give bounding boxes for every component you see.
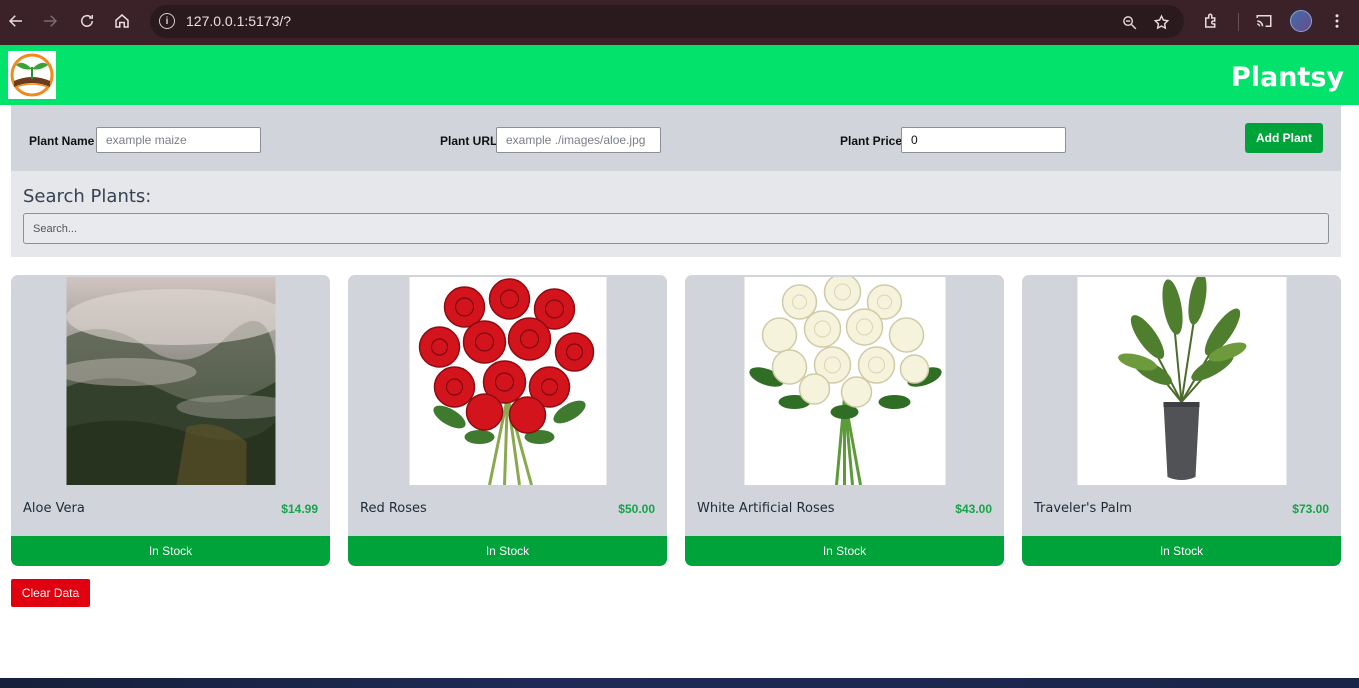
address-bar[interactable]: i 127.0.0.1:5173/? [150, 5, 1184, 38]
add-plant-form: Plant Name Plant URL Plant Price Add Pla… [11, 105, 1341, 171]
plant-image-potted-palm [1077, 277, 1286, 485]
browser-toolbar: i 127.0.0.1:5173/? [0, 0, 1359, 45]
site-info-icon[interactable]: i [159, 13, 175, 29]
star-icon[interactable] [1151, 12, 1171, 32]
plant-name-input[interactable] [96, 127, 261, 153]
plant-url-input[interactable] [496, 127, 661, 153]
plant-price-label: Plant Price [840, 134, 903, 148]
plant-url-label: Plant URL [440, 134, 498, 148]
plant-price: $50.00 [618, 502, 655, 516]
plant-image-white-roses [744, 277, 945, 485]
profile-avatar[interactable] [1290, 10, 1312, 32]
plant-name: White Artificial Roses [697, 501, 835, 516]
in-stock-button[interactable]: In Stock [1022, 536, 1341, 566]
clear-data-button[interactable]: Clear Data [11, 579, 90, 607]
plant-card: Red Roses $50.00 In Stock [348, 275, 667, 566]
plant-price: $43.00 [955, 502, 992, 516]
os-taskbar [0, 678, 1359, 688]
cast-icon[interactable] [1252, 9, 1276, 33]
app-header: Plantsy [0, 45, 1359, 105]
forward-icon[interactable] [37, 8, 63, 34]
in-stock-button[interactable]: In Stock [685, 536, 1004, 566]
search-input[interactable] [23, 213, 1329, 244]
search-heading: Search Plants: [23, 186, 152, 207]
menu-icon[interactable] [1325, 9, 1349, 33]
in-stock-button[interactable]: In Stock [11, 536, 330, 566]
plantsy-logo-icon [8, 51, 56, 99]
plant-name-label: Plant Name [29, 134, 95, 148]
zoom-icon[interactable] [1119, 12, 1139, 32]
home-icon[interactable] [109, 8, 135, 34]
plant-image-red-roses [409, 277, 606, 485]
toolbar-divider [1238, 13, 1239, 31]
plant-name: Red Roses [360, 501, 427, 516]
add-plant-button[interactable]: Add Plant [1245, 123, 1323, 153]
plant-name: Aloe Vera [23, 501, 85, 516]
plant-card: Aloe Vera $14.99 In Stock [11, 275, 330, 566]
brand-title: Plantsy [1230, 62, 1344, 93]
url-text[interactable]: 127.0.0.1:5173/? [186, 13, 291, 29]
back-icon[interactable] [3, 8, 29, 34]
plant-card: White Artificial Roses $43.00 In Stock [685, 275, 1004, 566]
plant-price-input[interactable] [901, 127, 1066, 153]
extensions-icon[interactable] [1199, 9, 1223, 33]
plant-price: $73.00 [1292, 502, 1329, 516]
search-section: Search Plants: [11, 171, 1341, 257]
plant-price: $14.99 [281, 502, 318, 516]
plant-image-misty-forest [66, 277, 275, 485]
reload-icon[interactable] [74, 8, 100, 34]
plant-card: Traveler's Palm $73.00 In Stock [1022, 275, 1341, 566]
plant-name: Traveler's Palm [1034, 501, 1132, 516]
in-stock-button[interactable]: In Stock [348, 536, 667, 566]
